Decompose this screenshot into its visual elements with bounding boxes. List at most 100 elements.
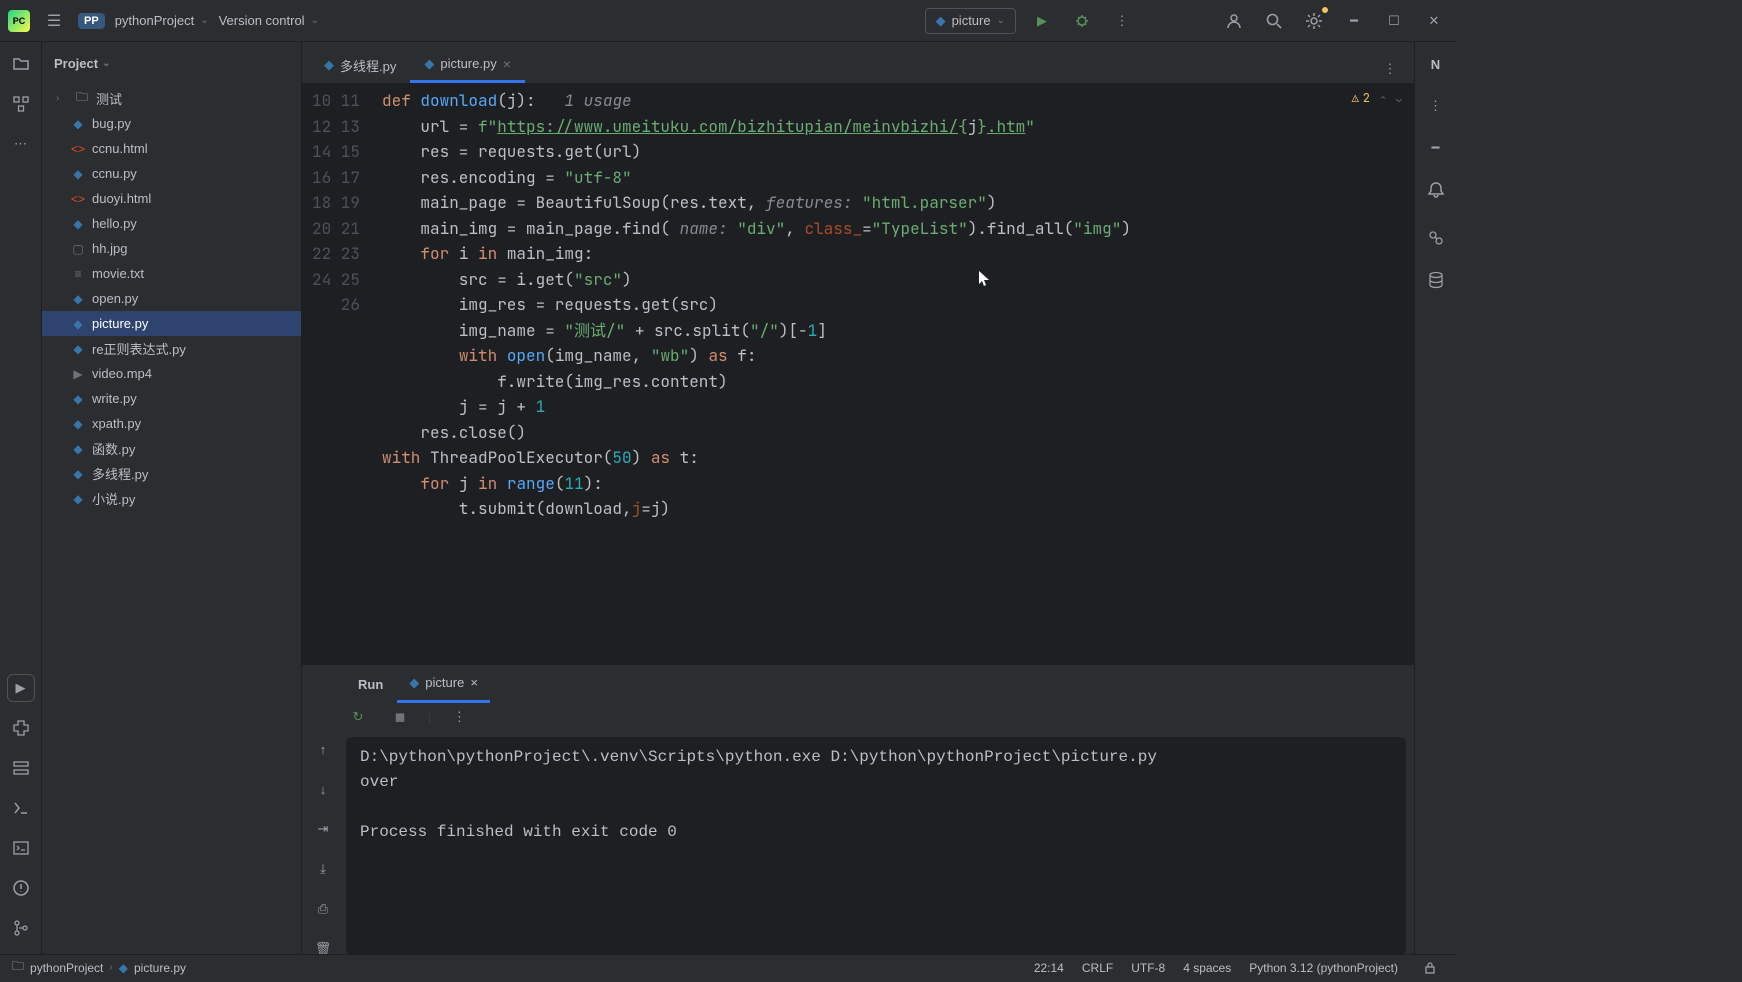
python-file-icon: ◆ <box>324 57 334 73</box>
editor-tab[interactable]: ◆多线程.py <box>310 47 410 83</box>
more-right-button[interactable]: ⋮ <box>1422 92 1450 120</box>
account-button[interactable] <box>1220 7 1248 35</box>
file-type-icon: ≡ <box>70 266 86 282</box>
problems-tool-button[interactable] <box>7 874 35 902</box>
chevron-down-icon: ⌄ <box>200 15 208 26</box>
run-button[interactable]: ▶ <box>1028 7 1056 35</box>
print-button[interactable]: ⎙ <box>309 895 337 923</box>
tree-file[interactable]: ▶video.mp4 <box>42 361 301 386</box>
file-label: xpath.py <box>92 416 141 431</box>
chevron-up-icon[interactable]: ⌃ <box>1380 92 1386 105</box>
console-output[interactable]: D:\python\pythonProject\.venv\Scripts\py… <box>346 737 1406 955</box>
tree-file[interactable]: ◆xpath.py <box>42 411 301 436</box>
folder-label: 测试 <box>96 89 122 108</box>
run-tool-button[interactable]: ▶ <box>7 674 35 702</box>
tree-file[interactable]: <>ccnu.html <box>42 136 301 161</box>
tree-file[interactable]: ▢ hh.jpg <box>42 236 301 261</box>
project-panel-title: Project <box>54 56 98 71</box>
tree-file[interactable]: ◆picture.py <box>42 311 301 336</box>
minimize-window-button[interactable]: ━ <box>1340 7 1368 35</box>
run-side-toolbar: ↑ ↓ ⇥ ⤓ ⎙ 🗑 <box>302 731 344 963</box>
warning-count: 2 <box>1363 90 1370 106</box>
chevron-right-icon: › <box>56 93 68 104</box>
run-config-name: picture <box>952 13 991 28</box>
chevron-down-icon[interactable]: ⌄ <box>1396 92 1402 105</box>
app-logo-icon: PC <box>8 10 30 32</box>
tree-file[interactable]: ◆open.py <box>42 286 301 311</box>
python-packages-tool-button[interactable] <box>7 714 35 742</box>
settings-button[interactable] <box>1300 7 1328 35</box>
line-separator[interactable]: CRLF <box>1082 961 1113 975</box>
database-tool-button[interactable] <box>1422 266 1450 294</box>
terminal-tool-button[interactable] <box>7 834 35 862</box>
chevron-right-icon: › <box>109 962 112 973</box>
tree-folder[interactable]: › 🗀 测试 <box>42 86 301 111</box>
up-button[interactable]: ↑ <box>309 735 337 763</box>
tree-file[interactable]: ◆hello.py <box>42 211 301 236</box>
tree-file[interactable]: ◆write.py <box>42 386 301 411</box>
python-console-tool-button[interactable] <box>7 794 35 822</box>
readonly-lock-icon[interactable] <box>1416 954 1444 982</box>
tree-file[interactable]: ◆小说.py <box>42 486 301 511</box>
interpreter-info[interactable]: Python 3.12 (pythonProject) <box>1249 961 1398 975</box>
close-icon[interactable]: × <box>470 675 478 690</box>
file-label: 多线程.py <box>92 464 148 483</box>
editor-tab[interactable]: ◆picture.py× <box>410 47 525 83</box>
run-actions-button[interactable]: ⋮ <box>445 703 473 731</box>
tree-file[interactable]: <>duoyi.html <box>42 186 301 211</box>
soft-wrap-button[interactable]: ⇥ <box>309 815 337 843</box>
tree-file[interactable]: ◆ccnu.py <box>42 161 301 186</box>
indent-info[interactable]: 4 spaces <box>1183 961 1231 975</box>
main-menu-button[interactable]: ☰ <box>40 7 68 35</box>
down-button[interactable]: ↓ <box>309 775 337 803</box>
collapse-right-button[interactable]: ━ <box>1422 134 1450 162</box>
run-tab-name: picture <box>425 675 464 690</box>
tree-file[interactable]: ≡movie.txt <box>42 261 301 286</box>
scroll-end-button[interactable]: ⤓ <box>309 855 337 883</box>
project-panel-header[interactable]: Project ⌄ <box>42 42 301 84</box>
maximize-window-button[interactable]: ☐ <box>1380 7 1408 35</box>
more-actions-button[interactable]: ⋮ <box>1108 7 1136 35</box>
chevron-down-icon: ⌄ <box>997 15 1005 26</box>
folder-icon: 🗀 <box>12 957 24 978</box>
close-window-button[interactable]: ✕ <box>1420 7 1448 35</box>
file-type-icon: ◆ <box>70 166 86 182</box>
inspection-widget[interactable]: ⚠ 2 ⌃ ⌄ <box>1352 90 1402 106</box>
tree-file[interactable]: ◆re正则表达式.py <box>42 336 301 361</box>
project-selector[interactable]: pythonProject ⌄ <box>115 13 209 28</box>
debug-button[interactable] <box>1068 7 1096 35</box>
ai-assistant-button[interactable] <box>1422 224 1450 252</box>
tree-file[interactable]: ◆多线程.py <box>42 461 301 486</box>
tab-actions-button[interactable]: ⋮ <box>1376 55 1404 83</box>
stop-button[interactable]: ◼ <box>386 703 414 731</box>
file-type-icon: ▢ <box>70 241 86 257</box>
file-label: hello.py <box>92 216 137 231</box>
project-tool-button[interactable] <box>7 50 35 78</box>
file-label: write.py <box>92 391 137 406</box>
more-tool-button[interactable]: ⋯ <box>7 130 35 158</box>
code-editor[interactable]: 10 11 12 13 14 15 16 17 18 19 20 21 22 2… <box>302 84 1414 664</box>
run-panel-header: Run ◆ picture × <box>344 665 1414 703</box>
tree-file[interactable]: ◆bug.py <box>42 111 301 136</box>
close-icon[interactable]: × <box>503 56 511 72</box>
file-encoding[interactable]: UTF-8 <box>1131 961 1165 975</box>
vcs-tool-button[interactable] <box>7 914 35 942</box>
tree-file[interactable]: ◆函数.py <box>42 436 301 461</box>
file-label: hh.jpg <box>92 241 127 256</box>
services-tool-button[interactable] <box>7 754 35 782</box>
code-content[interactable]: def download(j): 1 usage url = f"https:/… <box>372 84 1414 664</box>
search-button[interactable] <box>1260 7 1288 35</box>
file-label: 小说.py <box>92 489 135 508</box>
warning-count-badge[interactable]: ⚠ 2 <box>1352 90 1370 106</box>
file-tree[interactable]: › 🗀 测试 ◆bug.py<>ccnu.html◆ccnu.py<>duoyi… <box>42 84 301 954</box>
chevron-down-icon: ⌄ <box>311 15 319 26</box>
cursor-position[interactable]: 22:14 <box>1034 961 1064 975</box>
breadcrumb[interactable]: 🗀 pythonProject › ◆ picture.py <box>12 957 186 978</box>
run-config-selector[interactable]: ◆ picture ⌄ <box>925 8 1016 34</box>
notifications-indicator[interactable]: N <box>1422 50 1450 78</box>
notifications-button[interactable] <box>1422 176 1450 204</box>
structure-tool-button[interactable] <box>7 90 35 118</box>
rerun-button[interactable]: ↻ <box>344 703 372 731</box>
run-tab[interactable]: ◆ picture × <box>397 665 490 703</box>
vcs-selector[interactable]: Version control ⌄ <box>219 13 319 28</box>
